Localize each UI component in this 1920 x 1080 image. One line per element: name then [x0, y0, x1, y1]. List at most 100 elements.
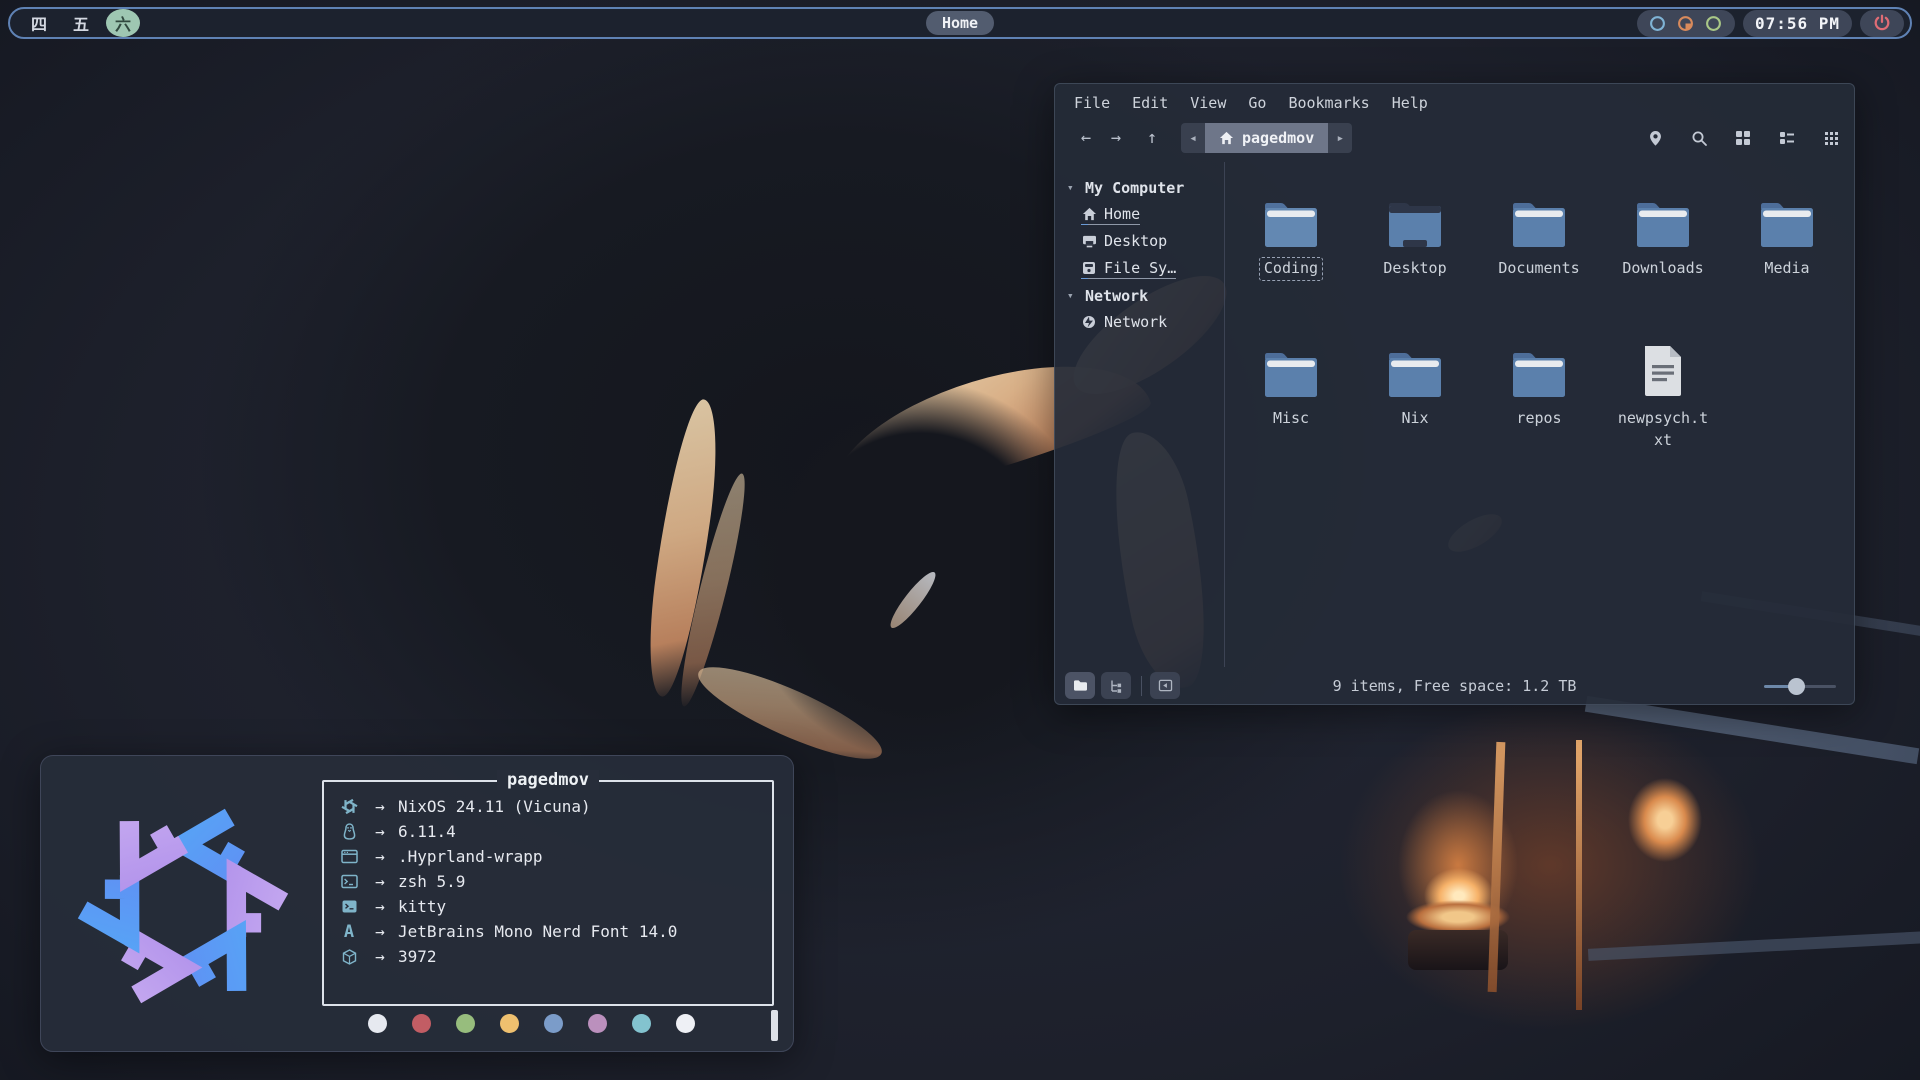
- toolbar: ← → ↑ ◂ pagedmov ▸: [1055, 120, 1854, 162]
- wallpaper-lantern-edge: [1576, 740, 1582, 1010]
- file-item-misc[interactable]: Misc: [1229, 330, 1353, 480]
- tree-pane-button[interactable]: [1101, 672, 1131, 699]
- fetch-row-terminal: → kitty: [336, 894, 762, 919]
- file-item-downloads[interactable]: Downloads: [1601, 180, 1725, 330]
- sidebar-item-home[interactable]: Home: [1067, 201, 1224, 228]
- system-tray: [1637, 10, 1735, 37]
- workspace-4[interactable]: 四: [22, 10, 56, 36]
- breadcrumb-left-button[interactable]: ◂: [1181, 131, 1205, 146]
- chevron-right-icon: ▸: [1336, 131, 1344, 146]
- fetch-row-shell: → zsh 5.9: [336, 869, 762, 894]
- file-item-nix[interactable]: Nix: [1353, 330, 1477, 480]
- compact-view-icon: [1824, 131, 1839, 146]
- search-icon: [1691, 130, 1708, 147]
- power-button[interactable]: [1860, 10, 1904, 37]
- back-button[interactable]: ←: [1071, 124, 1101, 152]
- sidebar-section-network[interactable]: ▾ Network: [1067, 282, 1224, 309]
- desktop-icon: [1081, 233, 1097, 249]
- collapse-icon: ▾: [1067, 181, 1079, 194]
- workspace-5[interactable]: 五: [64, 10, 98, 36]
- sidebar-item-network[interactable]: Network: [1067, 309, 1224, 336]
- nixos-logo: [69, 792, 297, 1020]
- tray-green-icon[interactable]: [1705, 14, 1723, 32]
- location-button[interactable]: [1646, 129, 1664, 147]
- packages-icon: [336, 949, 362, 965]
- fetch-row-packages: → 3972: [336, 944, 762, 969]
- menu-edit[interactable]: Edit: [1132, 94, 1168, 112]
- active-window-title: Home: [926, 11, 994, 35]
- breadcrumb-home-segment[interactable]: pagedmov: [1205, 123, 1328, 153]
- forward-icon: →: [1111, 128, 1121, 148]
- zoom-slider-knob[interactable]: [1788, 678, 1805, 695]
- folder-icon: [1634, 184, 1692, 248]
- menu-view[interactable]: View: [1190, 94, 1226, 112]
- arrow-icon: →: [362, 897, 398, 916]
- file-item-desktop[interactable]: Desktop: [1353, 180, 1477, 330]
- file-manager-window: File Edit View Go Bookmarks Help ← → ↑ ◂…: [1054, 83, 1855, 705]
- sidebar-item-desktop[interactable]: Desktop: [1067, 228, 1224, 255]
- side-panel-toggle-button[interactable]: [1150, 672, 1180, 699]
- home-icon: [1081, 206, 1097, 222]
- side-panel-icon: [1158, 679, 1173, 692]
- fastfetch-panel: pagedmov → NixOS 24.11 (Vicuna) → 6.11.4: [322, 780, 774, 1006]
- list-view-button[interactable]: [1778, 129, 1796, 147]
- wallpaper-silhouette: [740, 380, 1100, 760]
- file-item-newpsych-txt[interactable]: newpsych.txt: [1601, 330, 1725, 480]
- font-icon: A: [336, 922, 362, 942]
- file-item-repos[interactable]: repos: [1477, 330, 1601, 480]
- sidebar-section-my-computer[interactable]: ▾ My Computer: [1067, 174, 1224, 201]
- terminal-scrollbar[interactable]: [771, 1010, 778, 1041]
- up-button[interactable]: ↑: [1137, 124, 1167, 152]
- file-item-coding[interactable]: Coding: [1229, 180, 1353, 330]
- tray-blue-icon[interactable]: [1649, 14, 1667, 32]
- location-pin-icon: [1648, 130, 1663, 147]
- icon-view-button[interactable]: [1734, 129, 1752, 147]
- menubar: File Edit View Go Bookmarks Help: [1055, 84, 1854, 120]
- collapse-icon: ▾: [1067, 289, 1079, 302]
- compact-view-button[interactable]: [1822, 129, 1840, 147]
- arrow-icon: →: [362, 847, 398, 866]
- places-pane-button[interactable]: [1065, 672, 1095, 699]
- palette-dot: [544, 1014, 563, 1033]
- breadcrumb: ◂ pagedmov ▸: [1181, 123, 1352, 153]
- fetch-row-wm: → .Hyprland-wrapp: [336, 844, 762, 869]
- list-view-icon: [1779, 130, 1795, 146]
- menu-help[interactable]: Help: [1392, 94, 1428, 112]
- clock-widget: 07:56 PM: [1743, 10, 1852, 37]
- menu-go[interactable]: Go: [1248, 94, 1266, 112]
- tree-pane-icon: [1109, 679, 1123, 693]
- folder-icon: [1262, 334, 1320, 398]
- file-grid: Coding Desktop Documents Downloads: [1225, 162, 1854, 667]
- status-bar: 四 五 六 Home 07:56 PM: [8, 7, 1912, 39]
- folder-pane-icon: [1073, 679, 1088, 692]
- arrow-icon: →: [362, 797, 398, 816]
- drive-icon: [1081, 260, 1097, 276]
- search-button[interactable]: [1690, 129, 1708, 147]
- terminal-window[interactable]: pagedmov → NixOS 24.11 (Vicuna) → 6.11.4: [40, 755, 794, 1052]
- breadcrumb-right-button[interactable]: ▸: [1328, 131, 1352, 146]
- arrow-icon: →: [362, 822, 398, 841]
- palette-dot: [500, 1014, 519, 1033]
- tray-orange-icon[interactable]: [1677, 14, 1695, 32]
- up-icon: ↑: [1147, 128, 1157, 148]
- palette-dot: [412, 1014, 431, 1033]
- breadcrumb-label: pagedmov: [1242, 129, 1314, 147]
- menu-bookmarks[interactable]: Bookmarks: [1288, 94, 1369, 112]
- zoom-slider[interactable]: [1764, 677, 1836, 695]
- workspace-switcher: 四 五 六: [10, 9, 140, 37]
- file-item-documents[interactable]: Documents: [1477, 180, 1601, 330]
- nixos-icon: [336, 798, 362, 815]
- file-item-media[interactable]: Media: [1725, 180, 1849, 330]
- wallpaper-distant-flame: [1628, 778, 1702, 862]
- forward-button[interactable]: →: [1101, 124, 1131, 152]
- sidebar-item-filesystem[interactable]: File Sy…: [1067, 255, 1224, 282]
- arrow-icon: →: [362, 947, 398, 966]
- kernel-icon: [336, 823, 362, 840]
- wm-icon: [336, 849, 362, 864]
- sidebar: ▾ My Computer Home Desktop: [1055, 162, 1225, 667]
- workspace-6-active[interactable]: 六: [106, 9, 140, 37]
- folder-icon: [1386, 334, 1444, 398]
- menu-file[interactable]: File: [1074, 94, 1110, 112]
- hostname-title: pagedmov: [497, 770, 599, 790]
- fetch-row-font: A → JetBrains Mono Nerd Font 14.0: [336, 919, 762, 944]
